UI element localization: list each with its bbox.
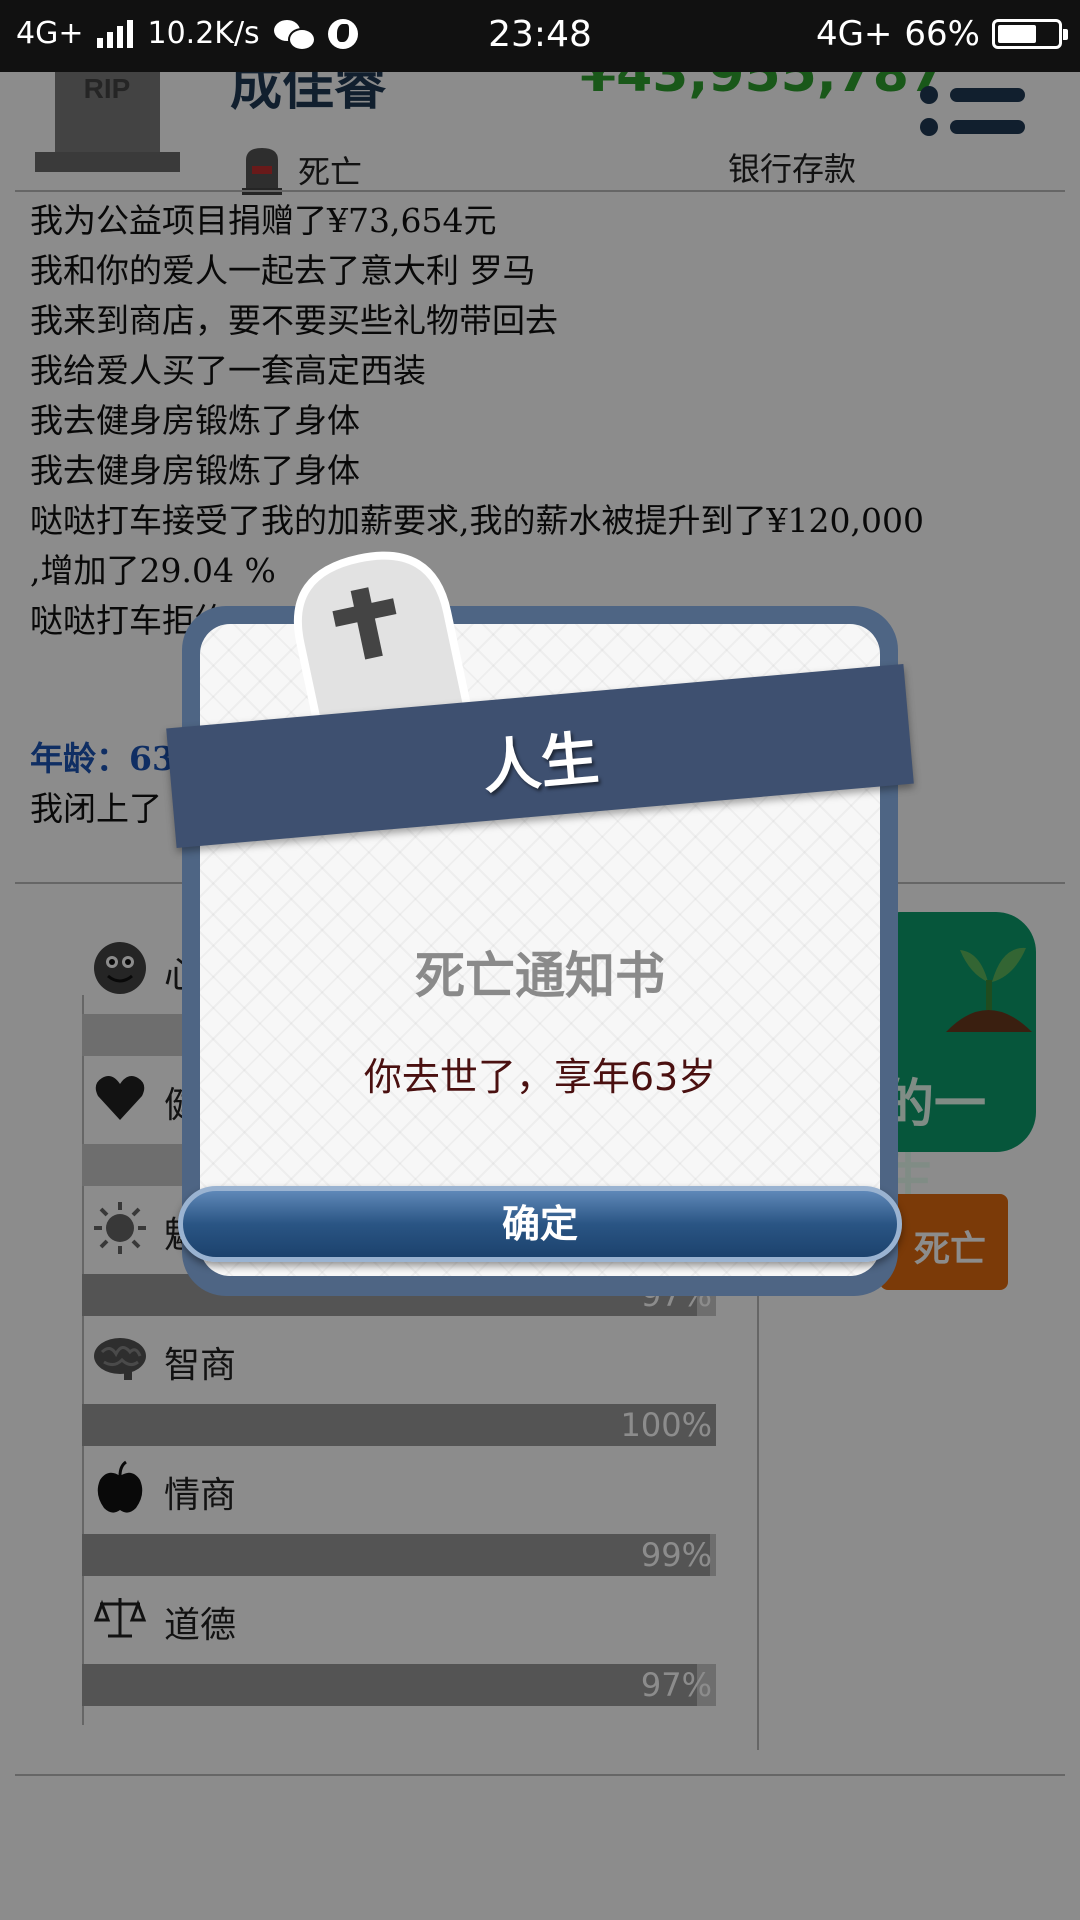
notice-message: 你去世了，享年63岁 [363, 1055, 717, 1099]
confirm-button[interactable]: 确定 [178, 1186, 902, 1262]
death-notice-dialog: 人生 死亡通知书 你去世了，享年63岁 确定 [166, 551, 914, 1296]
network-type: 4G+ [815, 14, 893, 54]
status-right: 4G+ 66% [815, 14, 1068, 54]
notice-title: 死亡通知书 [415, 947, 665, 1005]
status-bar: 4G+ 10.2K/s 23:48 4G+ 66% [0, 0, 1080, 72]
battery-percent: 66% [904, 14, 980, 54]
battery-icon [992, 19, 1068, 49]
